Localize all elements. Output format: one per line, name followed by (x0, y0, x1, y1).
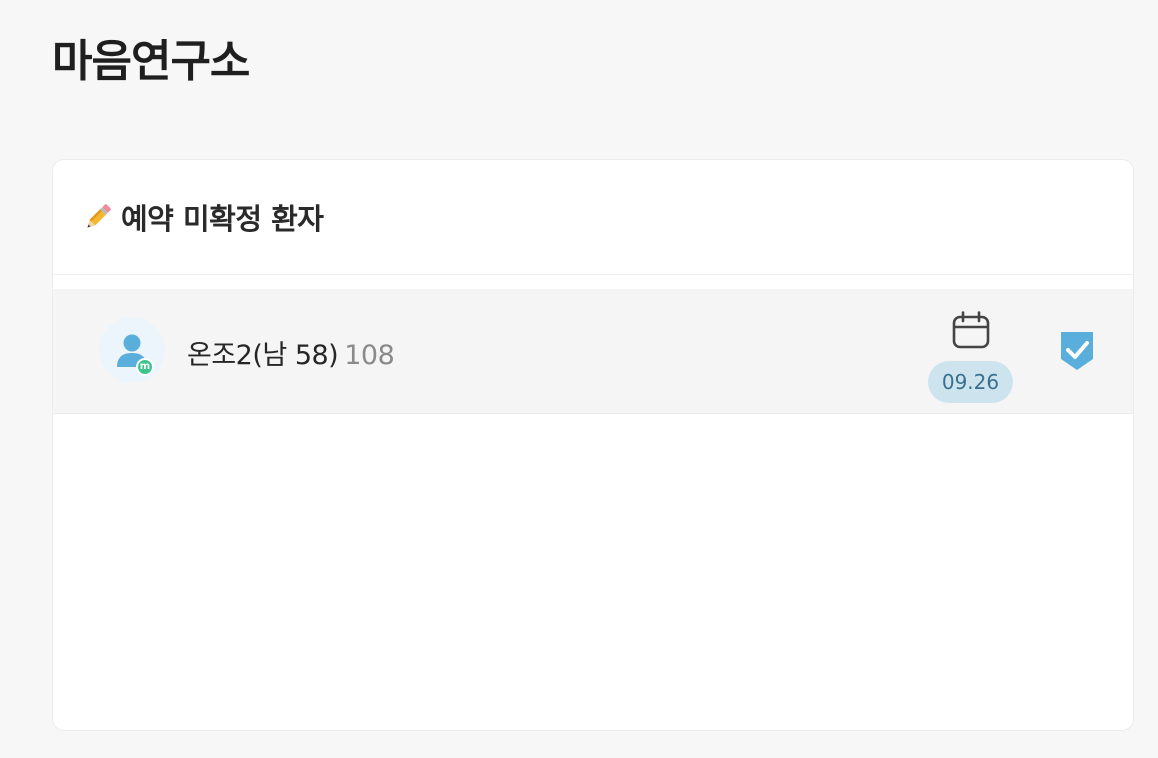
calendar-icon (952, 311, 990, 349)
date-badge: 09.26 (928, 361, 1013, 403)
confirm-button[interactable] (1057, 329, 1097, 373)
pencil-icon (81, 200, 115, 234)
schedule-date-button[interactable]: 09.26 (928, 309, 1013, 405)
patient-avatar: m (99, 317, 165, 383)
patient-info: 온조2(남 58) 108 (187, 333, 395, 372)
patient-list: m 온조2(남 58) 108 09.26 (53, 289, 1133, 414)
patient-list-item[interactable]: m 온조2(남 58) 108 09.26 (53, 289, 1133, 414)
card-title: 예약 미확정 환자 (121, 202, 324, 236)
m-badge-icon: m (136, 358, 154, 376)
patient-id: 108 (344, 340, 395, 371)
user-avatar-icon (117, 334, 147, 367)
shield-check-icon (1061, 332, 1093, 370)
page-title: 마음연구소 (52, 36, 250, 87)
card-header: 예약 미확정 환자 (53, 160, 1133, 275)
unconfirmed-patients-card: 예약 미확정 환자 m 온조2(남 58) 108 09.26 (52, 159, 1134, 731)
patient-name: 온조2(남 58) (187, 340, 339, 371)
